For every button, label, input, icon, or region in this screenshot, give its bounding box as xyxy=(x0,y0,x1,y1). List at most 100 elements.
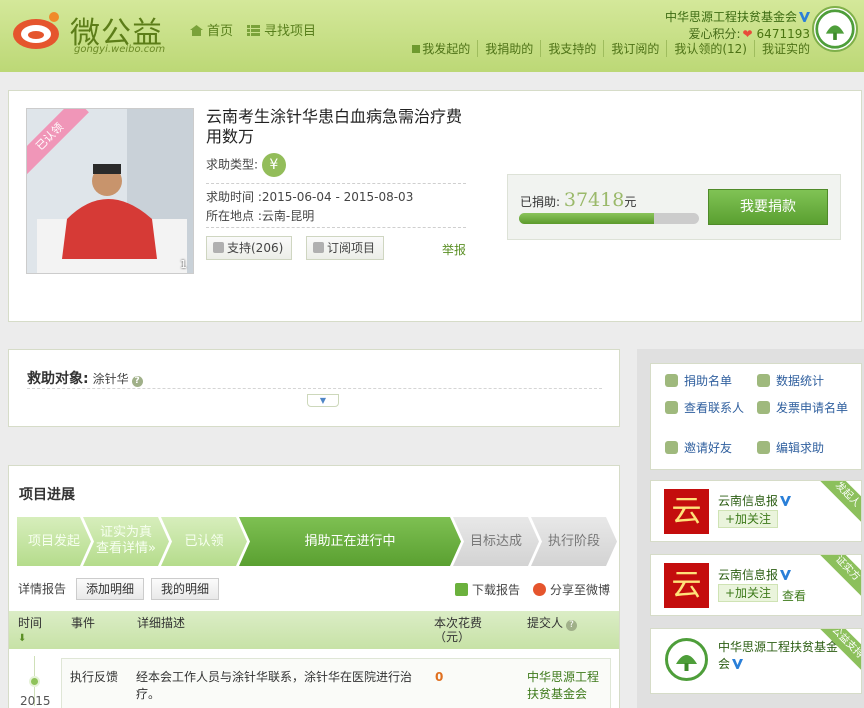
weibo-icon xyxy=(533,583,546,596)
row-event: 执行反馈 xyxy=(70,670,119,684)
donation-box: 已捐助: 37418元 我要捐款 xyxy=(507,174,841,240)
verifier-name[interactable]: 云南信息报 xyxy=(718,566,792,583)
progress-title: 项目进展 xyxy=(19,487,75,503)
yunnan-info-logo[interactable]: 云 xyxy=(664,489,709,534)
verifier-card: 云 云南信息报 +加关注 查看 证实方 xyxy=(650,554,862,616)
invite-icon xyxy=(665,441,678,454)
menu-initiated-label: 我发起的 xyxy=(422,42,471,56)
my-detail-button[interactable]: 我的明细 xyxy=(151,578,220,600)
points-value: 6471193 xyxy=(756,27,810,41)
expand-toggle[interactable]: ▼ xyxy=(307,394,339,407)
step-label: 已认领 xyxy=(184,534,224,549)
donate-button[interactable]: 我要捐款 xyxy=(708,189,828,225)
report-link[interactable]: 举报 xyxy=(442,241,466,258)
support-button[interactable]: 支持(206) xyxy=(206,236,293,260)
download-report-link[interactable]: 下载报告 xyxy=(455,581,520,598)
timeline-year: 2015 xyxy=(20,694,51,708)
list-icon xyxy=(247,25,260,36)
supporter-card: 中华思源工程扶贫基金会 公益支持 xyxy=(650,628,862,694)
help-type: 求助类型: ¥ xyxy=(206,153,286,177)
step-verified[interactable]: 证实为真 查看详情» xyxy=(83,517,169,566)
menu-claimed[interactable]: 我认领的(12) xyxy=(667,40,755,57)
project-title: 云南考生涂针华患白血病急需治疗费用数万 xyxy=(206,107,463,146)
follow-button[interactable]: +加关注 xyxy=(718,510,779,528)
rss-icon xyxy=(313,242,324,253)
menu-initiated[interactable]: 我发起的 xyxy=(405,40,479,57)
play-icon xyxy=(412,45,421,53)
nav-find-projects[interactable]: 寻找项目 xyxy=(247,20,316,39)
initiator-name[interactable]: 云南信息报 xyxy=(718,492,792,509)
view-link[interactable]: 查看 xyxy=(782,587,806,604)
col-desc: 详细描述 xyxy=(137,616,186,630)
step-initiated: 项目发起 xyxy=(17,517,91,566)
rescue-target-panel: 救助对象: 涂针华? ▼ xyxy=(8,349,620,427)
progress-steps: 项目发起 证实为真 查看详情» 已认领 捐助正在进行中 目标达成 执行阶段 xyxy=(17,517,611,566)
details-report-label: 详情报告 xyxy=(18,582,67,596)
edit-help-link[interactable]: 编辑求助 xyxy=(757,441,824,456)
menu-supported[interactable]: 我支持的 xyxy=(541,40,605,57)
divider xyxy=(206,227,466,228)
row-submitter[interactable]: 中华思源工程扶贫基金会 xyxy=(527,669,607,703)
divider xyxy=(206,183,466,184)
verified-v-icon xyxy=(780,570,792,580)
step-donating: 捐助正在进行中 xyxy=(239,517,461,566)
help-icon[interactable]: ? xyxy=(566,620,578,631)
invite-link[interactable]: 邀请好友 xyxy=(665,441,732,456)
add-detail-button[interactable]: 添加明细 xyxy=(76,578,145,600)
nav-home[interactable]: 首页 xyxy=(190,20,233,39)
help-icon[interactable]: ? xyxy=(131,376,143,387)
yunnan-info-logo[interactable]: 云 xyxy=(664,563,709,608)
row-desc: 经本会工作人员与涂针华联系，涂针华在医院进行治疗。 xyxy=(136,670,413,701)
menu-subscribed[interactable]: 我订阅的 xyxy=(604,40,668,57)
verified-v-icon xyxy=(732,659,744,669)
step-execution: 执行阶段 xyxy=(531,517,617,566)
step-label: 项目发起 xyxy=(27,534,80,549)
sidebar-links: 捐助名单 数据统计 查看联系人 发票申请名单 邀请好友 编辑求助 xyxy=(650,363,862,470)
help-time: 求助时间 :2015-06-04 - 2015-08-03 xyxy=(206,188,413,205)
rescue-target-label: 救助对象: xyxy=(27,371,89,387)
divider xyxy=(27,388,602,389)
initiator-name-text: 云南信息报 xyxy=(718,494,779,508)
share-weibo-link[interactable]: 分享至微博 xyxy=(533,581,610,598)
user-org-name[interactable]: 中华思源工程扶贫基金会 xyxy=(665,8,810,25)
donated-unit: 元 xyxy=(624,195,637,209)
verified-v-icon xyxy=(780,496,792,506)
follow-button[interactable]: +加关注 xyxy=(718,584,779,602)
contacts-link[interactable]: 查看联系人 xyxy=(665,401,744,416)
donor-list-link[interactable]: 捐助名单 xyxy=(665,374,732,389)
col-time[interactable]: 时间 ⬇ xyxy=(18,616,42,646)
donated-label: 已捐助: xyxy=(520,195,561,209)
user-menu: 我发起的 我捐助的 我支持的 我订阅的 我认领的(12) 我证实的 xyxy=(405,40,810,57)
help-place-label: 所在地点 xyxy=(206,209,255,223)
download-label: 下载报告 xyxy=(472,583,521,597)
step-details-link[interactable]: 查看详情» xyxy=(96,541,156,556)
foundation-logo[interactable] xyxy=(664,637,709,682)
supporter-name[interactable]: 中华思源工程扶贫基金会 xyxy=(718,639,838,673)
verifier-corner-badge: 证实方 xyxy=(812,555,861,604)
col-event: 事件 xyxy=(71,616,96,630)
users-icon xyxy=(665,374,678,387)
row-cost: 0 xyxy=(435,670,444,684)
subscribe-button[interactable]: 订阅项目 xyxy=(306,236,385,260)
donated-value: 37418 xyxy=(563,189,625,211)
project-photo[interactable]: 已认领 1 xyxy=(26,108,194,274)
weibo-gongyi-logo[interactable]: 微公益 gongyi.weibo.com xyxy=(10,6,180,58)
thumbs-up-icon xyxy=(213,242,224,253)
invoice-link[interactable]: 发票申请名单 xyxy=(757,401,853,416)
donation-progress-bar xyxy=(519,213,699,224)
stats-label: 数据统计 xyxy=(776,374,825,388)
contact-icon xyxy=(665,401,678,414)
col-cost: 本次花费 （元） xyxy=(434,616,482,644)
col-cost-unit: （元） xyxy=(434,630,471,644)
stats-link[interactable]: 数据统计 xyxy=(757,374,824,389)
table-row: 执行反馈 经本会工作人员与涂针华联系，涂针华在医院进行治疗。 0 中华思源工程扶… xyxy=(61,658,611,708)
initiator-card: 云 云南信息报 +加关注 发起人 xyxy=(650,480,862,542)
user-org-name-text: 中华思源工程扶贫基金会 xyxy=(664,10,797,24)
menu-verified[interactable]: 我证实的 xyxy=(755,40,810,57)
home-icon xyxy=(190,25,203,36)
menu-donated[interactable]: 我捐助的 xyxy=(478,40,542,57)
donor-list-label: 捐助名单 xyxy=(684,374,733,388)
user-avatar[interactable] xyxy=(812,6,858,52)
step-goal-reached: 目标达成 xyxy=(453,517,539,566)
yen-icon: ¥ xyxy=(261,153,286,177)
